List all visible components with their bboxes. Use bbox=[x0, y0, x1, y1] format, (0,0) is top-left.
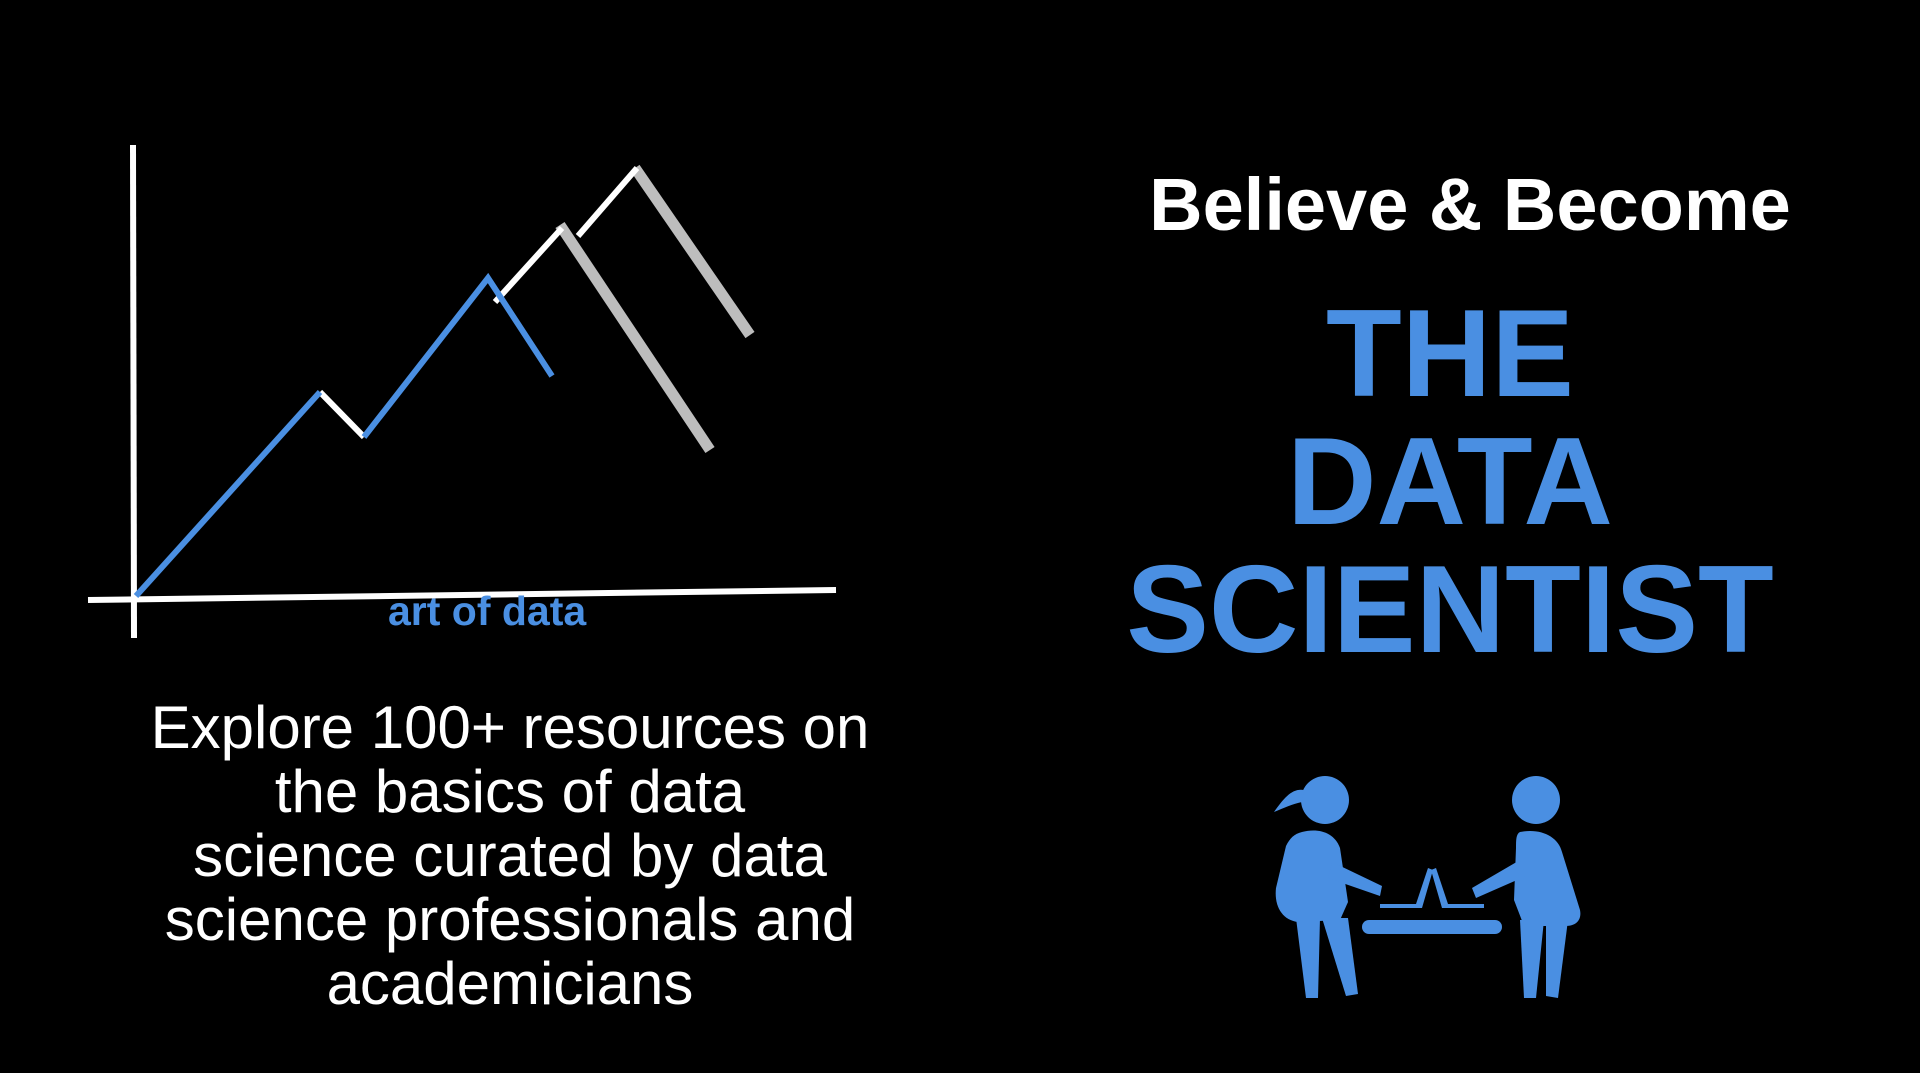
tagline-line: academicians bbox=[326, 950, 694, 1017]
tagline-line: science curated by data bbox=[193, 822, 827, 889]
logo-blue-line bbox=[133, 389, 323, 599]
banner: art of data Explore 100+ resources on th… bbox=[0, 0, 1920, 1073]
headline: Believe & Become bbox=[1149, 163, 1791, 246]
page-title: THE DATA SCIENTIST bbox=[1040, 290, 1860, 674]
two-people-with-laptops-icon bbox=[1274, 776, 1581, 998]
right-person-body bbox=[1514, 830, 1581, 926]
tagline-line: science professionals and bbox=[164, 886, 856, 953]
logo-gray-stroke-2 bbox=[630, 164, 755, 339]
logo-white-line-2 bbox=[492, 225, 565, 305]
right-person-head bbox=[1512, 776, 1560, 824]
left-person-ponytail bbox=[1274, 789, 1304, 812]
table-top bbox=[1362, 920, 1502, 934]
title-line: THE bbox=[1326, 285, 1574, 423]
tagline-line: the basics of data bbox=[274, 758, 746, 825]
tagline-line: Explore 100+ resources on bbox=[150, 694, 870, 761]
logo-y-axis bbox=[130, 144, 137, 639]
tagline: Explore 100+ resources on the basics of … bbox=[60, 696, 960, 1016]
logo-blue-line-2 bbox=[361, 272, 555, 439]
left-person-leg-1 bbox=[1296, 918, 1320, 998]
logo-white-line-3 bbox=[575, 166, 640, 238]
left-person-leg-2 bbox=[1322, 918, 1358, 996]
left-laptop bbox=[1380, 868, 1433, 908]
right-person-leg-1 bbox=[1520, 920, 1544, 998]
logo-wordmark: art of data bbox=[388, 588, 587, 634]
title-line: SCIENTIST bbox=[1126, 541, 1774, 679]
line-chart-icon bbox=[87, 144, 837, 639]
left-person-head bbox=[1301, 776, 1349, 824]
logo-white-line-1 bbox=[317, 389, 367, 440]
right-person-leg-2 bbox=[1546, 920, 1568, 998]
logo-gray-stroke-1 bbox=[555, 221, 715, 454]
title-line: DATA bbox=[1287, 413, 1613, 551]
